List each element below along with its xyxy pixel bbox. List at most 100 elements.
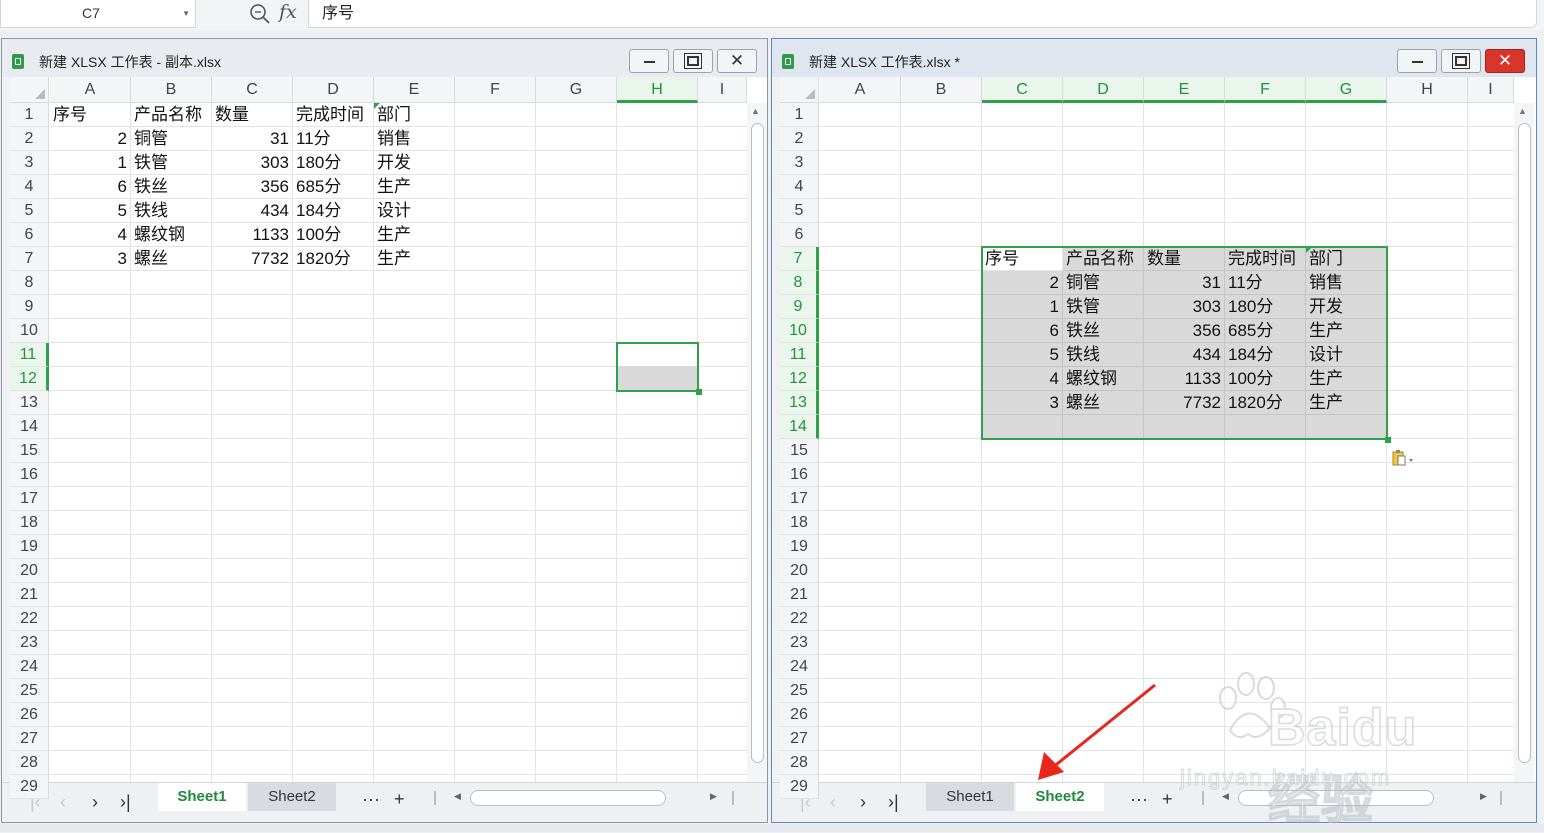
cell[interactable]	[901, 175, 982, 199]
paste-options-icon[interactable]	[1392, 449, 1414, 467]
table-cell[interactable]: 生产	[1306, 391, 1387, 415]
cell[interactable]	[455, 175, 536, 199]
row-header-7[interactable]: 7	[780, 247, 819, 271]
cell[interactable]	[293, 679, 374, 703]
cell[interactable]	[131, 583, 212, 607]
cell[interactable]	[617, 535, 698, 559]
row-header-15[interactable]: 15	[10, 439, 49, 463]
cell[interactable]	[455, 199, 536, 223]
cell[interactable]	[536, 679, 617, 703]
cell[interactable]	[1306, 511, 1387, 535]
cell[interactable]	[1468, 703, 1514, 727]
row-header-13[interactable]: 13	[780, 391, 819, 415]
cell[interactable]	[374, 319, 455, 343]
column-header-f[interactable]: F	[1225, 77, 1306, 103]
cell[interactable]	[1225, 127, 1306, 151]
cell[interactable]	[455, 271, 536, 295]
cell[interactable]	[1225, 535, 1306, 559]
column-header-e[interactable]: E	[374, 77, 455, 103]
cell[interactable]	[455, 487, 536, 511]
row-header-21[interactable]: 21	[10, 583, 49, 607]
cell[interactable]	[131, 319, 212, 343]
cell[interactable]	[374, 727, 455, 751]
cell[interactable]	[698, 367, 747, 391]
cell[interactable]	[820, 271, 901, 295]
table-cell[interactable]: 5	[50, 199, 131, 223]
cell[interactable]	[293, 391, 374, 415]
cell[interactable]	[820, 223, 901, 247]
cell[interactable]	[1144, 103, 1225, 127]
column-header-d[interactable]: D	[293, 77, 374, 103]
cell[interactable]	[293, 511, 374, 535]
cell[interactable]	[1468, 583, 1514, 607]
cell[interactable]	[536, 127, 617, 151]
minimize-button[interactable]	[629, 49, 669, 73]
cell[interactable]	[982, 415, 1063, 439]
cell[interactable]	[536, 631, 617, 655]
cell[interactable]	[982, 487, 1063, 511]
table-cell[interactable]: 设计	[1306, 343, 1387, 367]
cell[interactable]	[1468, 631, 1514, 655]
row-header-26[interactable]: 26	[10, 703, 49, 727]
cell[interactable]	[293, 535, 374, 559]
restore-button[interactable]	[673, 49, 713, 73]
cell[interactable]	[1063, 175, 1144, 199]
table-cell[interactable]: 螺纹钢	[131, 223, 212, 247]
vertical-scrollbar[interactable]: ▲ ▼	[747, 103, 767, 822]
cell[interactable]	[820, 703, 901, 727]
column-header-a[interactable]: A	[820, 77, 901, 103]
cell[interactable]	[131, 679, 212, 703]
table-cell[interactable]: 3	[50, 247, 131, 271]
cell[interactable]	[698, 727, 747, 751]
column-header-c[interactable]: C	[212, 77, 293, 103]
cell[interactable]	[50, 703, 131, 727]
table-header-cell[interactable]: 序号	[982, 247, 1063, 271]
table-cell[interactable]: 11分	[1225, 271, 1306, 295]
cell[interactable]	[212, 583, 293, 607]
cell[interactable]	[1387, 415, 1468, 439]
cell[interactable]	[901, 223, 982, 247]
cell[interactable]	[820, 583, 901, 607]
table-cell[interactable]: 螺丝	[1063, 391, 1144, 415]
table-cell[interactable]: 螺纹钢	[1063, 367, 1144, 391]
table-cell[interactable]: 开发	[1306, 295, 1387, 319]
cell[interactable]	[982, 655, 1063, 679]
cell[interactable]	[1387, 343, 1468, 367]
table-cell[interactable]: 生产	[374, 175, 455, 199]
cell[interactable]	[698, 535, 747, 559]
cell[interactable]	[212, 463, 293, 487]
cell[interactable]	[1387, 559, 1468, 583]
row-header-9[interactable]: 9	[780, 295, 819, 319]
cell[interactable]	[374, 271, 455, 295]
table-cell[interactable]: 生产	[374, 247, 455, 271]
cell[interactable]	[1144, 151, 1225, 175]
cell[interactable]	[455, 319, 536, 343]
cell[interactable]	[1063, 559, 1144, 583]
cell[interactable]	[455, 535, 536, 559]
cell[interactable]	[617, 271, 698, 295]
cell[interactable]	[901, 319, 982, 343]
row-header-3[interactable]: 3	[780, 151, 819, 175]
table-cell[interactable]: 1820分	[1225, 391, 1306, 415]
cell[interactable]	[1225, 199, 1306, 223]
table-header-cell[interactable]: 序号	[50, 103, 131, 127]
cell[interactable]	[212, 727, 293, 751]
row-header-1[interactable]: 1	[10, 103, 49, 127]
table-cell[interactable]: 生产	[374, 223, 455, 247]
scroll-thumb[interactable]	[751, 123, 764, 763]
prev-sheet-icon[interactable]: ‹	[830, 792, 836, 812]
cell[interactable]	[1063, 607, 1144, 631]
cell[interactable]	[293, 463, 374, 487]
cell-grid[interactable]: 序号 产品名称 数量 完成时间 部门 2 铜管 31 11分 销售 1 铁管 303 180分 开发 6 铁丝 3…	[50, 103, 747, 784]
cell[interactable]	[617, 511, 698, 535]
cell[interactable]	[901, 727, 982, 751]
cell[interactable]	[1468, 175, 1514, 199]
cell[interactable]	[50, 487, 131, 511]
table-cell[interactable]: 180分	[293, 151, 374, 175]
cell[interactable]	[820, 535, 901, 559]
cell[interactable]	[212, 271, 293, 295]
cell[interactable]	[820, 655, 901, 679]
column-header-b[interactable]: B	[901, 77, 982, 103]
cell[interactable]	[212, 319, 293, 343]
cell[interactable]	[1063, 103, 1144, 127]
